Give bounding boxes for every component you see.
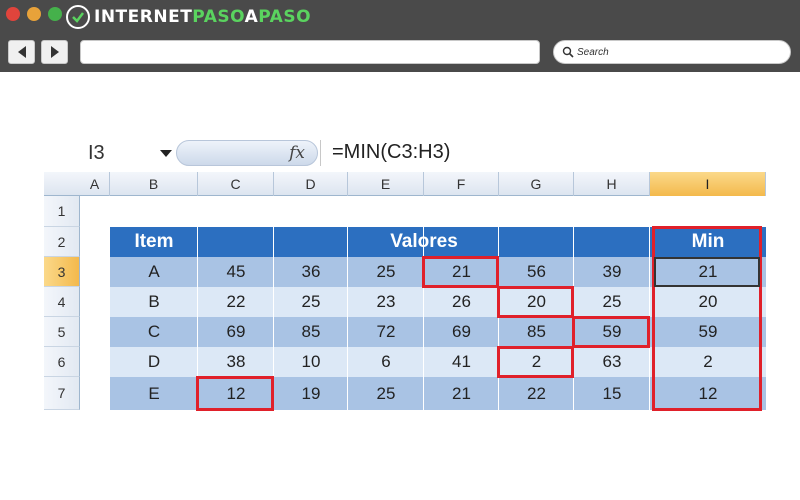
cell-item-a[interactable]: A <box>110 257 198 287</box>
site-logo: INTERNETPASOAPASO <box>66 4 311 30</box>
active-cell-outline <box>654 257 760 287</box>
search-input[interactable]: Search <box>553 40 791 64</box>
column-header-e[interactable]: E <box>348 172 424 196</box>
row-header-7[interactable]: 7 <box>44 377 80 410</box>
row-header-5[interactable]: 5 <box>44 317 80 347</box>
cell-c5[interactable]: 69 <box>198 317 274 347</box>
row-header-1[interactable]: 1 <box>44 196 80 227</box>
brand-part-1: INTERNET <box>94 7 193 27</box>
grid-divider <box>347 227 348 410</box>
header-valores[interactable]: Valores <box>198 227 650 257</box>
cell-c4[interactable]: 22 <box>198 287 274 317</box>
cell-h4[interactable]: 25 <box>574 287 650 317</box>
formula-tools[interactable]: fx <box>176 140 318 166</box>
cell-d6[interactable]: 10 <box>274 347 348 377</box>
column-header-i[interactable]: I <box>650 172 766 196</box>
column-header-h[interactable]: H <box>574 172 650 196</box>
browser-titlebar: INTERNETPASOAPASO <box>0 0 800 34</box>
min-highlight-box <box>497 286 574 318</box>
formula-bar: I3 fx =MIN(C3:H3) <box>44 136 766 170</box>
logo-check-icon <box>66 5 90 29</box>
cell-h7[interactable]: 15 <box>574 377 650 410</box>
column-header-d[interactable]: D <box>274 172 348 196</box>
cell-g7[interactable]: 22 <box>499 377 574 410</box>
cell-e5[interactable]: 72 <box>348 317 424 347</box>
min-highlight-box <box>196 376 274 411</box>
spreadsheet: I3 fx =MIN(C3:H3) ABCDEFGHI 1234567 Item… <box>44 136 766 411</box>
cell-d4[interactable]: 25 <box>274 287 348 317</box>
cell-f7[interactable]: 21 <box>424 377 499 410</box>
min-highlight-box <box>497 346 574 378</box>
grid-divider <box>498 227 499 410</box>
row-header-3[interactable]: 3 <box>44 257 80 287</box>
cell-f6[interactable]: 41 <box>424 347 499 377</box>
cell-e7[interactable]: 25 <box>348 377 424 410</box>
header-item[interactable]: Item <box>110 227 198 257</box>
row-header-4[interactable]: 4 <box>44 287 80 317</box>
cell-c6[interactable]: 38 <box>198 347 274 377</box>
cell-g5[interactable]: 85 <box>499 317 574 347</box>
column-header-f[interactable]: F <box>424 172 499 196</box>
min-highlight-box <box>572 316 650 348</box>
column-header-b[interactable]: B <box>110 172 198 196</box>
formula-input[interactable]: =MIN(C3:H3) <box>332 141 450 164</box>
column-header-g[interactable]: G <box>499 172 574 196</box>
formula-divider <box>320 140 321 166</box>
minimize-window-button[interactable] <box>27 7 41 21</box>
forward-button[interactable] <box>41 40 68 64</box>
cell-d5[interactable]: 85 <box>274 317 348 347</box>
cell-e6[interactable]: 6 <box>348 347 424 377</box>
name-box-dropdown-icon[interactable] <box>160 150 172 157</box>
row-header-2[interactable]: 2 <box>44 227 80 257</box>
brand-part-4: PASO <box>258 7 312 27</box>
cell-g3[interactable]: 56 <box>499 257 574 287</box>
column-headers: ABCDEFGHI <box>44 172 766 196</box>
brand-part-2: PASO <box>192 7 245 27</box>
cell-e4[interactable]: 23 <box>348 287 424 317</box>
grid-divider <box>423 227 424 410</box>
cell-f5[interactable]: 69 <box>424 317 499 347</box>
browser-navbar: Search <box>0 34 800 72</box>
back-arrow-icon <box>17 46 26 58</box>
cell-item-b[interactable]: B <box>110 287 198 317</box>
cell-f4[interactable]: 26 <box>424 287 499 317</box>
min-column-highlight <box>652 226 762 411</box>
brand-part-3: A <box>244 7 259 27</box>
column-header-a[interactable]: A <box>80 172 110 196</box>
maximize-window-button[interactable] <box>48 7 62 21</box>
cell-item-e[interactable]: E <box>110 377 198 410</box>
column-header-c[interactable]: C <box>198 172 274 196</box>
cell-d7[interactable]: 19 <box>274 377 348 410</box>
search-placeholder: Search <box>577 46 609 58</box>
search-icon <box>562 46 574 58</box>
back-button[interactable] <box>8 40 35 64</box>
name-box[interactable]: I3 <box>88 142 105 165</box>
address-bar[interactable] <box>80 40 540 64</box>
cell-item-c[interactable]: C <box>110 317 198 347</box>
fx-icon[interactable]: fx <box>289 143 305 163</box>
cell-h3[interactable]: 39 <box>574 257 650 287</box>
row-header-6[interactable]: 6 <box>44 347 80 377</box>
brand-name: INTERNETPASOAPASO <box>94 7 311 27</box>
forward-arrow-icon <box>50 46 59 58</box>
cell-c3[interactable]: 45 <box>198 257 274 287</box>
cell-h6[interactable]: 63 <box>574 347 650 377</box>
cell-item-d[interactable]: D <box>110 347 198 377</box>
close-window-button[interactable] <box>6 7 20 21</box>
cell-d3[interactable]: 36 <box>274 257 348 287</box>
min-highlight-box <box>422 256 499 288</box>
cell-e3[interactable]: 25 <box>348 257 424 287</box>
